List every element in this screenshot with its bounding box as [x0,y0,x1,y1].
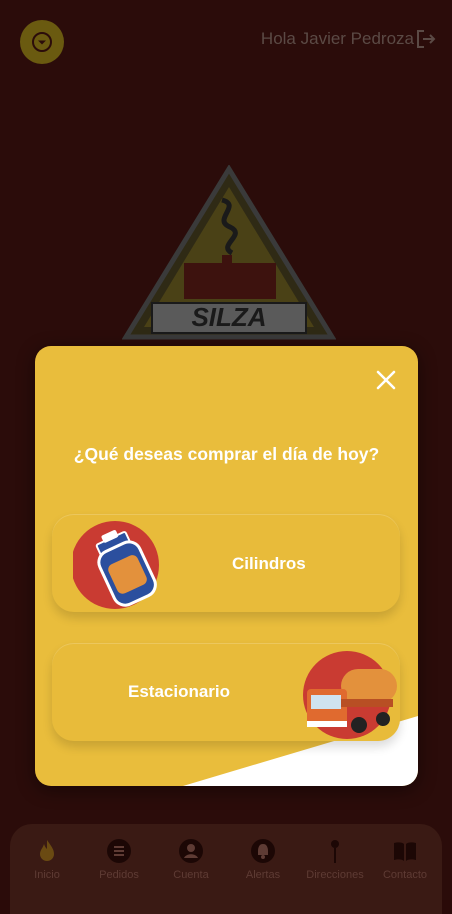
nav-label-alertas: Alertas [245,869,281,881]
logout-icon[interactable] [414,27,438,51]
close-icon [376,370,396,390]
gas-truck-icon [303,651,397,739]
option-cilindros-label: Cilindros [232,554,306,573]
bell-icon [251,839,275,863]
gas-cylinder-icon [73,521,159,609]
account-icon [179,839,203,863]
nav-label-contacto: Contacto [382,869,428,881]
silza-logo: SILZA [122,165,336,340]
chevron-down-circle-icon [32,32,52,52]
modal-title: ¿Qué deseas comprar el día de hoy? [73,444,380,464]
nav-item-pedidos[interactable]: Pedidos [84,838,154,881]
book-icon [394,842,416,861]
close-button[interactable] [372,366,400,394]
nav-item-inicio[interactable]: Inicio [12,838,82,881]
purchase-modal: ¿Qué deseas comprar el día de hoy? Cilin… [35,346,418,786]
location-pin-icon [331,840,339,863]
nav-item-direcciones[interactable]: Direcciones [300,838,370,881]
nav-label-pedidos: Pedidos [99,869,139,881]
bottom-navigation: Inicio Pedidos Cuenta Alertas Direccione… [10,824,442,914]
option-estacionario-label: Estacionario [128,682,231,701]
menu-button[interactable] [20,20,64,64]
list-icon [107,839,131,863]
nav-label-inicio: Inicio [34,869,60,881]
nav-item-contacto[interactable]: Contacto [370,838,440,881]
nav-label-direcciones: Direcciones [306,869,364,881]
greeting-text: Hola Javier Pedroza [260,29,414,48]
logo-text: SILZA [191,302,266,332]
nav-item-alertas[interactable]: Alertas [228,838,298,881]
flame-icon [40,840,54,861]
nav-label-cuenta: Cuenta [173,869,209,881]
nav-item-cuenta[interactable]: Cuenta [156,838,226,881]
